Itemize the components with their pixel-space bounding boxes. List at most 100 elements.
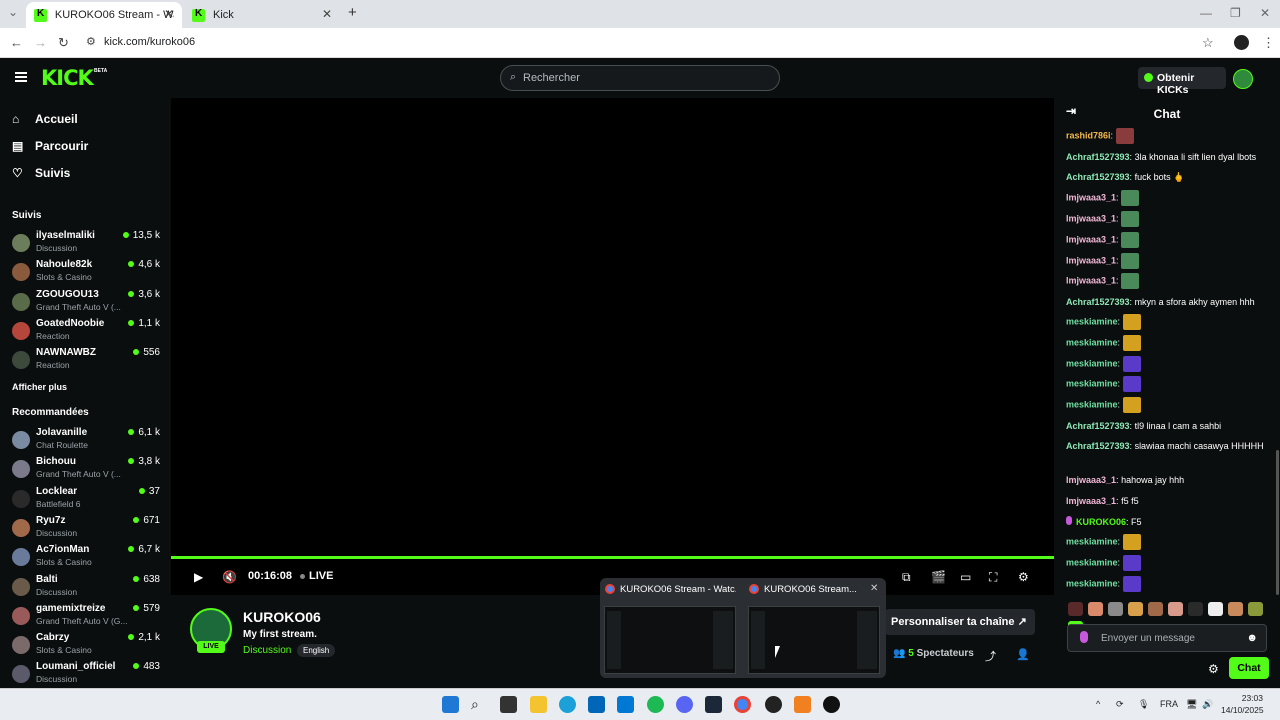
category-link[interactable]: Discussion xyxy=(243,645,291,656)
task-view-icon[interactable] xyxy=(500,696,517,713)
share-icon[interactable]: ⤴ xyxy=(985,648,996,664)
emote-icon[interactable] xyxy=(1122,314,1141,330)
app-icon[interactable] xyxy=(823,696,840,713)
chat-username[interactable]: lmjwaaa3_1 xyxy=(1066,475,1116,485)
channel-name[interactable]: KUROKO06 xyxy=(243,609,321,625)
fullscreen-icon[interactable]: ⛶ xyxy=(989,570,997,585)
show-more-link[interactable]: Afficher plus xyxy=(12,382,67,392)
url-field[interactable]: kick.com/kuroko06 xyxy=(104,36,195,48)
menu-hamburger-icon[interactable] xyxy=(15,72,27,82)
maximize-icon[interactable]: ❐ xyxy=(1230,6,1241,20)
edge-icon[interactable] xyxy=(559,696,576,713)
mic-tray-icon[interactable]: 🎙 xyxy=(1138,699,1149,710)
sidebar-channel[interactable]: Bichouu Grand Theft Auto V (... 3,8 k xyxy=(12,456,160,484)
emote-icon[interactable] xyxy=(1188,602,1203,616)
emote-icon[interactable] xyxy=(1108,602,1123,616)
nav-browse[interactable]: ▤ Parcourir xyxy=(12,139,88,153)
emote-icon[interactable] xyxy=(1122,356,1141,372)
chat-username[interactable]: meskiamine xyxy=(1066,399,1118,409)
language-indicator[interactable]: FRA xyxy=(1160,699,1178,709)
sidebar-channel[interactable]: Cabrzy Slots & Casino 2,1 k xyxy=(12,632,160,660)
steam-icon[interactable] xyxy=(705,696,722,713)
sidebar-channel[interactable]: Jolavanille Chat Roulette 6,1 k xyxy=(12,427,160,455)
emote-icon[interactable] xyxy=(1122,576,1141,592)
kick-logo[interactable]: KICK xyxy=(41,66,94,90)
discord-icon[interactable] xyxy=(676,696,693,713)
sidebar-channel[interactable]: Locklear Battlefield 6 37 xyxy=(12,486,160,514)
tab-search-icon[interactable]: ⌄ xyxy=(8,5,18,19)
tray-chevron-icon[interactable]: ^ xyxy=(1096,699,1100,709)
chat-username[interactable]: lmjwaaa3_1 xyxy=(1066,255,1116,265)
follow-user-icon[interactable]: 👤 xyxy=(1016,648,1030,661)
outlook-icon[interactable] xyxy=(617,696,634,713)
window-thumbnail[interactable]: KUROKO06 Stream - Watc... xyxy=(600,578,740,678)
language-tag[interactable]: English xyxy=(297,644,336,657)
search-taskbar-icon[interactable]: ⌕ xyxy=(471,696,488,713)
chat-username[interactable]: lmjwaaa3_1 xyxy=(1066,192,1116,202)
menu-dots-icon[interactable]: ⋮ xyxy=(1262,35,1275,51)
volume-icon[interactable]: 🔊 xyxy=(1202,699,1213,710)
network-icon[interactable]: 🖥 xyxy=(1186,699,1197,710)
emote-icon[interactable] xyxy=(1208,602,1223,616)
collapse-chat-icon[interactable]: ⇥ xyxy=(1066,104,1076,118)
emote-icon[interactable] xyxy=(1121,253,1140,269)
forward-icon[interactable]: → xyxy=(34,35,47,50)
user-avatar[interactable] xyxy=(1233,69,1253,89)
search-input[interactable]: ⌕ Rechercher xyxy=(500,65,780,91)
chat-username[interactable]: Achraf1527393 xyxy=(1066,441,1130,451)
emote-icon[interactable] xyxy=(1122,534,1141,550)
close-tab-icon[interactable]: ✕ xyxy=(164,7,174,21)
browser-tab-active[interactable]: KUROKO06 Stream - Watch Liv ✕ xyxy=(26,2,182,28)
chat-username[interactable]: meskiamine xyxy=(1066,536,1118,546)
emote-icon[interactable] xyxy=(1122,397,1141,413)
bookmark-star-icon[interactable]: ☆ xyxy=(1202,35,1214,51)
customize-channel-button[interactable]: Personnaliser ta chaîne ↗ xyxy=(885,609,1035,635)
chat-input[interactable]: Envoyer un message ☻ xyxy=(1067,624,1267,652)
chat-username[interactable]: meskiamine xyxy=(1066,578,1118,588)
video-progress-bar[interactable] xyxy=(171,556,1054,559)
chat-username[interactable]: lmjwaaa3_1 xyxy=(1066,496,1116,506)
chat-username[interactable]: lmjwaaa3_1 xyxy=(1066,234,1116,244)
minimize-icon[interactable]: — xyxy=(1200,6,1212,20)
chat-username[interactable]: meskiamine xyxy=(1066,337,1118,347)
emote-icon[interactable] xyxy=(1122,555,1141,571)
sidebar-channel[interactable]: Ac7ionMan Slots & Casino 6,7 k xyxy=(12,544,160,572)
chat-settings-icon[interactable]: ⚙ xyxy=(1208,662,1219,676)
chat-username[interactable]: lmjwaaa3_1 xyxy=(1066,275,1116,285)
emote-icon[interactable] xyxy=(1228,602,1243,616)
sidebar-channel[interactable]: ZGOUGOU13 Grand Theft Auto V (... 3,6 k xyxy=(12,289,160,317)
chat-username[interactable]: Achraf1527393 xyxy=(1066,297,1130,307)
sync-icon[interactable]: ⟳ xyxy=(1116,699,1124,710)
nav-home[interactable]: ⌂ Accueil xyxy=(12,112,78,126)
chat-username[interactable]: Achraf1527393 xyxy=(1066,421,1130,431)
settings-gear-icon[interactable]: ⚙ xyxy=(1018,570,1029,584)
sidebar-channel[interactable]: ilyaselmaliki Discussion 13,5 k xyxy=(12,230,160,258)
nav-following[interactable]: ♡ Suivis xyxy=(12,166,70,180)
send-chat-button[interactable]: Chat xyxy=(1229,657,1269,679)
get-kicks-button[interactable]: Obtenir KICKs xyxy=(1138,67,1226,96)
clock[interactable]: 23:03 14/10/2025 xyxy=(1221,692,1264,716)
chat-username[interactable]: Achraf1527393 xyxy=(1066,152,1130,162)
pip-icon[interactable]: ⧉ xyxy=(902,570,911,585)
chat-username[interactable]: meskiamine xyxy=(1066,557,1118,567)
new-tab-button[interactable]: + xyxy=(348,4,357,21)
close-window-icon[interactable]: ✕ xyxy=(1260,6,1270,20)
theater-mode-icon[interactable]: ▭ xyxy=(960,570,971,584)
chat-username[interactable]: lmjwaaa3_1 xyxy=(1066,213,1116,223)
chat-username[interactable]: meskiamine xyxy=(1066,378,1118,388)
mic-icon[interactable] xyxy=(1080,631,1088,643)
sidebar-channel[interactable]: Loumani_officiel Discussion 483 xyxy=(12,661,160,689)
file-explorer-icon[interactable] xyxy=(530,696,547,713)
close-tab-icon[interactable]: ✕ xyxy=(322,7,332,21)
emote-icon[interactable] xyxy=(1121,273,1140,289)
emote-icon[interactable] xyxy=(1088,602,1103,616)
browser-tab[interactable]: Kick ✕ xyxy=(184,2,340,28)
emote-icon[interactable] xyxy=(1122,335,1141,351)
sidebar-channel[interactable]: GoatedNoobie Reaction 1,1 k xyxy=(12,318,160,346)
sidebar-channel[interactable]: Nahoule82k Slots & Casino 4,6 k xyxy=(12,259,160,287)
emote-icon[interactable] xyxy=(1168,602,1183,616)
emote-icon[interactable] xyxy=(1148,602,1163,616)
emoji-picker-icon[interactable]: ☻ xyxy=(1246,632,1258,644)
app-icon[interactable] xyxy=(794,696,811,713)
chat-username[interactable]: KUROKO06 xyxy=(1076,517,1126,527)
